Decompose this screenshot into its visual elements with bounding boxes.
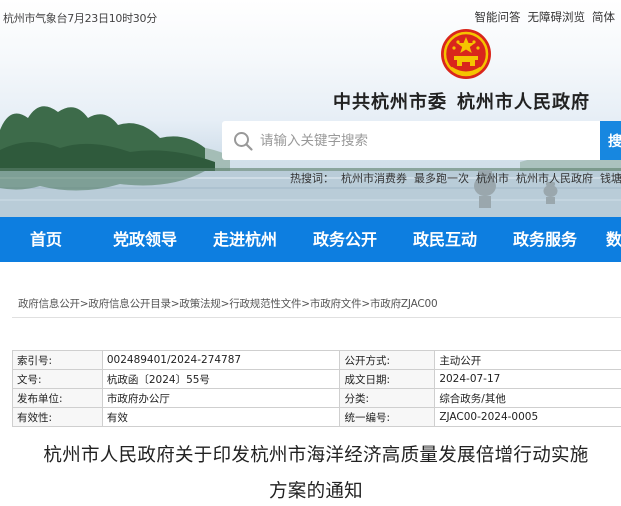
nav-item-party-leadership[interactable]: 党政领导: [113, 217, 177, 262]
search-box: [222, 121, 600, 160]
top-link-simplified[interactable]: 简体: [592, 9, 615, 25]
disclosure-label: 公开方式:: [339, 350, 436, 370]
written-date-label: 成文日期:: [339, 369, 436, 389]
index-label: 索引号:: [12, 350, 103, 370]
top-links: 智能问答 无障碍浏览 简体: [475, 9, 616, 25]
category-value: 综合政务/其他: [434, 388, 621, 408]
hot-word-item[interactable]: 钱塘: [600, 170, 621, 186]
table-row: 有效性: 有效 统一编号: ZJAC00-2024-0005: [12, 407, 621, 427]
doc-number-value: 杭政函〔2024〕55号: [101, 369, 341, 389]
breadcrumb[interactable]: 政府信息公开>政府信息公开目录>政策法规>行政规范性文件>市政府文件>市政府ZJ…: [18, 296, 438, 311]
publisher-value: 市政府办公厅: [101, 388, 341, 408]
disclosure-value: 主动公开: [434, 350, 621, 370]
index-value: 002489401/2024-274787: [101, 350, 341, 370]
table-row: 文号: 杭政函〔2024〕55号 成文日期: 2024-07-17: [12, 369, 621, 389]
written-date-value: 2024-07-17: [434, 369, 621, 389]
nav-item-government-affairs[interactable]: 政务公开: [313, 217, 377, 262]
publisher-label: 发布单位:: [12, 388, 103, 408]
header-banner: 杭州市气象台7月23日10时30分 智能问答 无障碍浏览 简体 中共杭州市委 杭州…: [0, 0, 621, 217]
nav-item-about-hangzhou[interactable]: 走进杭州: [213, 217, 277, 262]
hot-words: 热搜词： 杭州市消费券 最多跑一次 杭州市 杭州市人民政府 钱塘: [290, 170, 621, 186]
hot-word-item[interactable]: 最多跑一次: [414, 170, 469, 186]
nav-item-interaction[interactable]: 政民互动: [413, 217, 477, 262]
unified-number-value: ZJAC00-2024-0005: [434, 407, 621, 427]
hot-word-item[interactable]: 杭州市人民政府: [516, 170, 593, 186]
top-link-ai-qa[interactable]: 智能问答: [475, 9, 521, 25]
site-title-government: 杭州市人民政府: [457, 92, 590, 113]
nav-item-data[interactable]: 数: [606, 217, 621, 262]
hot-word-item[interactable]: 杭州市消费券: [341, 170, 407, 186]
validity-label: 有效性:: [12, 407, 103, 427]
breadcrumb-divider: [12, 317, 621, 318]
validity-value: 有效: [101, 407, 341, 427]
hot-words-label: 热搜词：: [290, 172, 334, 185]
doc-number-label: 文号:: [12, 369, 103, 389]
top-link-accessibility[interactable]: 无障碍浏览: [528, 9, 586, 25]
table-row: 索引号: 002489401/2024-274787 公开方式: 主动公开: [12, 350, 621, 370]
main-nav: 首页 党政领导 走进杭州 政务公开 政民互动 政务服务 数: [0, 217, 621, 262]
hot-word-item[interactable]: 杭州市: [476, 170, 509, 186]
nav-item-services[interactable]: 政务服务: [513, 217, 577, 262]
search-input[interactable]: [260, 132, 560, 149]
weather-info: 杭州市气象台7月23日10时30分: [3, 12, 157, 25]
document-title-line1: 杭州市人民政府关于印发杭州市海洋经济高质量发展倍增行动实施: [43, 445, 589, 466]
document-title-line2: 方案的通知: [268, 481, 363, 502]
search-icon: [234, 131, 253, 151]
unified-number-label: 统一编号:: [339, 407, 436, 427]
emblem-icon: [441, 29, 491, 79]
table-row: 发布单位: 市政府办公厅 分类: 综合政务/其他: [12, 388, 621, 408]
category-label: 分类:: [339, 388, 436, 408]
nav-item-home[interactable]: 首页: [30, 217, 62, 262]
document-title: 杭州市人民政府关于印发杭州市海洋经济高质量发展倍增行动实施 方案的通知: [16, 438, 616, 506]
site-title-party: 中共杭州市委: [333, 92, 447, 113]
search-button[interactable]: 搜: [600, 121, 621, 160]
document-info-table: 索引号: 002489401/2024-274787 公开方式: 主动公开 文号…: [12, 350, 621, 427]
site-title: 中共杭州市委 杭州市人民政府: [333, 88, 590, 114]
